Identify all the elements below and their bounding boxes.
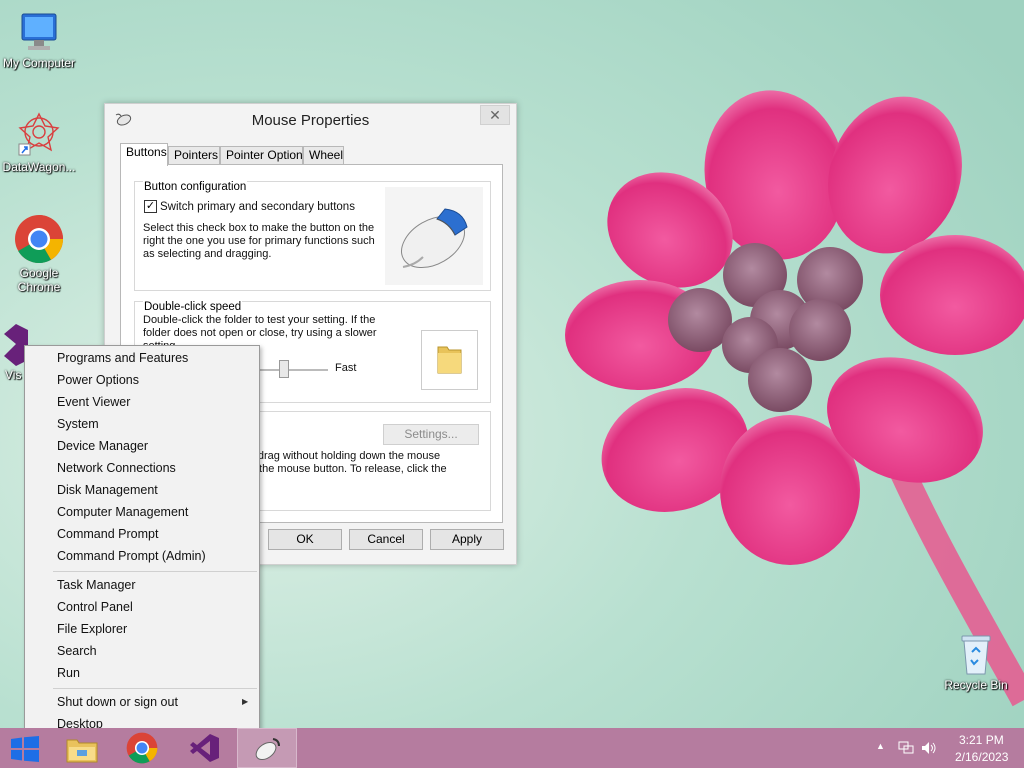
menu-item-programs-and-features[interactable]: Programs and Features	[57, 349, 188, 367]
close-button[interactable]: ✕	[480, 105, 510, 125]
menu-item-command-prompt-admin[interactable]: Command Prompt (Admin)	[57, 547, 206, 565]
menu-item-power-options[interactable]: Power Options	[57, 371, 139, 389]
menu-item-run[interactable]: Run	[57, 664, 80, 682]
submenu-arrow-icon: ▶	[242, 697, 249, 706]
dialog-titlebar[interactable]: Mouse Properties ✕	[105, 104, 516, 136]
datawagon-icon	[18, 112, 60, 156]
desktop-icon-label: DataWagon...	[2, 160, 76, 174]
ok-button[interactable]: OK	[268, 529, 342, 550]
desktop-icon-label: My Computer	[2, 56, 76, 70]
button-configuration-group: Button configuration ✓ Switch primary an…	[134, 181, 491, 291]
menu-separator	[53, 688, 257, 689]
description-line: ss the mouse button. To release, click t…	[245, 463, 447, 475]
show-hidden-icons-button[interactable]: ▲	[876, 741, 885, 751]
description-line: as selecting and dragging.	[143, 248, 272, 260]
description-line: Double-click the folder to test your set…	[143, 314, 376, 326]
cancel-button[interactable]: Cancel	[349, 529, 423, 550]
desktop-icon-label-line2: Chrome	[17, 280, 61, 294]
fast-label: Fast	[335, 362, 357, 374]
folder-icon[interactable]	[435, 343, 465, 377]
mouse-illustration	[385, 187, 483, 285]
desktop-icon-label-line1: Google	[19, 266, 59, 280]
tab-buttons[interactable]: Buttons	[120, 143, 168, 166]
menu-item-event-viewer[interactable]: Event Viewer	[57, 393, 130, 411]
tab-pointers[interactable]: Pointers	[168, 146, 220, 165]
switch-buttons-checkbox[interactable]: ✓	[144, 200, 157, 213]
tab-wheel[interactable]: Wheel	[303, 146, 344, 165]
taskbar-mouse-properties[interactable]	[237, 728, 297, 768]
menu-item-shut-down-or-sign-out[interactable]: Shut down or sign out	[57, 693, 178, 711]
menu-item-task-manager[interactable]: Task Manager	[57, 576, 136, 594]
test-folder-area[interactable]	[421, 330, 478, 390]
taskbar-visual-studio[interactable]	[174, 728, 234, 768]
description-line: right the one you use for primary functi…	[143, 235, 375, 247]
menu-item-network-connections[interactable]: Network Connections	[57, 459, 176, 477]
description-line: Select this check box to make the button…	[143, 222, 375, 234]
recycle-bin-icon	[961, 635, 991, 675]
menu-item-search[interactable]: Search	[57, 642, 97, 660]
checkbox-label[interactable]: Switch primary and secondary buttons	[160, 201, 355, 214]
clock-time[interactable]: 3:21 PM	[959, 733, 1004, 747]
taskbar: ▲ 3:21 PM 2/16/2023	[0, 728, 1024, 768]
menu-item-command-prompt[interactable]: Command Prompt	[57, 525, 158, 543]
menu-item-file-explorer[interactable]: File Explorer	[57, 620, 127, 638]
visual-studio-icon	[190, 734, 219, 762]
mouse-properties-icon	[255, 738, 280, 761]
menu-item-disk-management[interactable]: Disk Management	[57, 481, 158, 499]
computer-icon	[21, 13, 57, 50]
description-line: or drag without holding down the mouse	[245, 450, 441, 462]
speed-slider-thumb[interactable]	[279, 360, 289, 378]
menu-item-system[interactable]: System	[57, 415, 99, 433]
apply-button[interactable]: Apply	[430, 529, 504, 550]
desktop-icon-label: Recycle Bin	[944, 678, 1008, 692]
volume-icon[interactable]	[921, 741, 937, 755]
group-title: Button configuration	[143, 181, 248, 193]
desktop-icon-google-chrome[interactable]: Google Chrome	[0, 214, 78, 294]
taskbar-chrome[interactable]	[112, 728, 172, 768]
network-icon[interactable]	[898, 741, 914, 755]
taskbar-file-explorer[interactable]	[52, 728, 112, 768]
clicklock-settings-button[interactable]: Settings...	[383, 424, 479, 445]
description-line: folder does not open or close, try using…	[143, 327, 377, 339]
chrome-icon	[15, 215, 64, 264]
group-title: Double-click speed	[143, 301, 243, 313]
menu-item-control-panel[interactable]: Control Panel	[57, 598, 133, 616]
speed-slider-track[interactable]	[250, 369, 328, 371]
menu-item-device-manager[interactable]: Device Manager	[57, 437, 148, 455]
chrome-icon	[126, 732, 158, 764]
start-button[interactable]	[0, 728, 50, 768]
menu-separator	[53, 571, 257, 572]
file-explorer-icon	[66, 739, 98, 763]
windows-logo-icon	[11, 736, 39, 762]
tab-pointer-options[interactable]: Pointer Options	[220, 146, 309, 165]
clock-date[interactable]: 2/16/2023	[955, 750, 1008, 764]
quick-link-menu: Programs and Features Power Options Even…	[24, 345, 260, 738]
desktop-icon-datawagon[interactable]: DataWagon...	[0, 110, 78, 174]
menu-item-computer-management[interactable]: Computer Management	[57, 503, 188, 521]
desktop-icon-my-computer[interactable]: My Computer	[0, 10, 78, 70]
desktop-icon-recycle-bin[interactable]: Recycle Bin	[937, 630, 1015, 692]
dialog-title: Mouse Properties	[251, 112, 370, 129]
